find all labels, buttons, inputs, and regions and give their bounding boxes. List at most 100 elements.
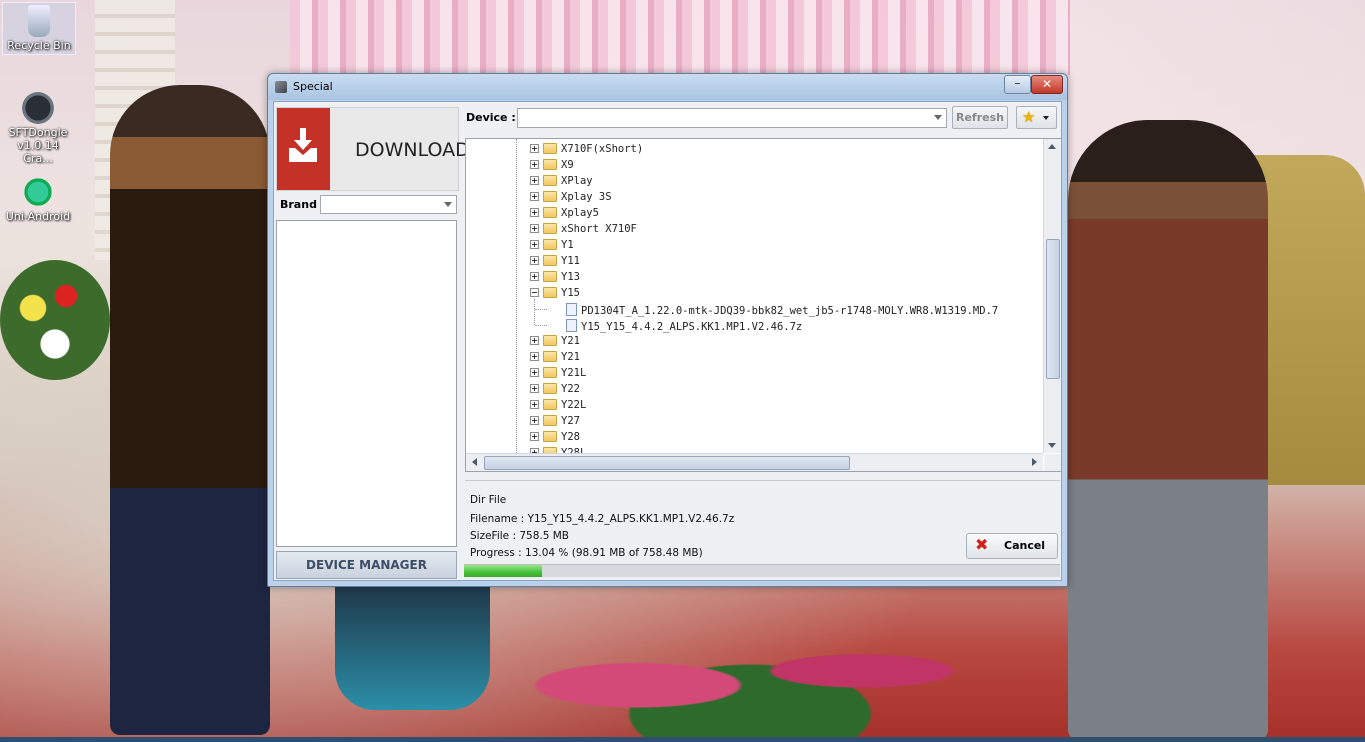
tree-folder-node[interactable]: Y13 bbox=[530, 269, 580, 285]
cancel-button-label: Cancel bbox=[1004, 539, 1046, 552]
banner-title: DOWNLOAD bbox=[355, 139, 470, 161]
brand-list[interactable] bbox=[276, 220, 457, 547]
device-manager-button[interactable]: DEVICE MANAGER bbox=[276, 551, 457, 579]
tree-node-label: Y21 bbox=[561, 335, 580, 347]
background-flowers bbox=[0, 260, 110, 380]
filename-label: Filename : bbox=[470, 513, 525, 525]
tree-folder-node[interactable]: Y15 bbox=[530, 285, 580, 301]
tree-file-node[interactable]: PD1304T_A_1.22.0-mtk-JDQ39-bbk82_wet_jb5… bbox=[535, 301, 999, 317]
cancel-x-icon: ✖ bbox=[975, 535, 989, 554]
tree-node-label: Y11 bbox=[561, 255, 580, 267]
favorites-button[interactable]: ★ bbox=[1016, 106, 1057, 129]
recycle-bin-icon bbox=[28, 5, 50, 37]
expand-icon[interactable] bbox=[530, 208, 539, 217]
tree-folder-node[interactable]: Y21 bbox=[530, 333, 580, 349]
tree-folder-node[interactable]: Y28L bbox=[530, 445, 586, 453]
expand-icon[interactable] bbox=[530, 160, 539, 169]
device-select[interactable] bbox=[517, 108, 947, 128]
refresh-button[interactable]: Refresh bbox=[952, 106, 1008, 129]
background-plants bbox=[470, 600, 1030, 742]
uni-android-icon bbox=[22, 176, 54, 208]
folder-icon bbox=[543, 287, 557, 298]
tree-node-label: Y15_Y15_4.4.2_ALPS.KK1.MP1.V2.46.7z bbox=[581, 321, 803, 333]
folder-icon bbox=[543, 431, 557, 442]
tree-folder-node[interactable]: Y27 bbox=[530, 413, 580, 429]
expand-icon[interactable] bbox=[530, 224, 539, 233]
desktop-icon-label: SFTDongle v1.0.14 Cra... bbox=[8, 126, 68, 165]
desktop-icon-sftdongle[interactable]: SFTDongle v1.0.14 Cra... bbox=[2, 92, 74, 165]
expand-icon[interactable] bbox=[530, 432, 539, 441]
left-panel: DOWNLOAD Brand DEVICE MANAGER bbox=[276, 105, 470, 579]
tree-folder-node[interactable]: Y28 bbox=[530, 429, 580, 445]
tree-folder-node[interactable]: Xplay 3S bbox=[530, 189, 612, 205]
scroll-up-arrow-icon[interactable] bbox=[1048, 144, 1056, 149]
tree-file-node[interactable]: Y15_Y15_4.4.2_ALPS.KK1.MP1.V2.46.7z bbox=[535, 317, 803, 333]
tree-folder-node[interactable]: xShort X710F bbox=[530, 221, 637, 237]
expand-icon[interactable] bbox=[530, 352, 539, 361]
expand-icon[interactable] bbox=[530, 256, 539, 265]
scroll-down-arrow-icon[interactable] bbox=[1048, 443, 1056, 448]
download-banner: DOWNLOAD bbox=[276, 107, 470, 191]
window-title: Special bbox=[293, 80, 333, 93]
tree-folder-node[interactable]: X710F(xShort) bbox=[530, 141, 643, 157]
tree-node-label: Y21L bbox=[561, 367, 587, 379]
tree-folder-node[interactable]: Y22L bbox=[530, 397, 586, 413]
tree-node-label: Y22L bbox=[561, 399, 587, 411]
desktop-icon-uni-android[interactable]: Uni-Android bbox=[2, 176, 74, 223]
tree-folder-node[interactable]: Y22 bbox=[530, 381, 580, 397]
expand-icon[interactable] bbox=[530, 336, 539, 345]
folder-icon bbox=[543, 143, 557, 154]
download-icon bbox=[289, 128, 317, 162]
expand-icon[interactable] bbox=[530, 384, 539, 393]
folder-icon bbox=[543, 351, 557, 362]
collapse-icon[interactable] bbox=[530, 288, 539, 297]
chevron-down-icon bbox=[444, 202, 452, 207]
folder-icon bbox=[543, 335, 557, 346]
background-person-left bbox=[110, 85, 270, 735]
tree-branch-line bbox=[535, 309, 547, 310]
tree-node-label: X9 bbox=[561, 159, 574, 171]
tree-folder-node[interactable]: Y1 bbox=[530, 237, 574, 253]
vertical-scrollbar[interactable] bbox=[1043, 139, 1061, 453]
firmware-tree[interactable]: X710F(xShort) X9 XPlay Xplay 3S Xplay5 xShort… bbox=[465, 138, 1062, 472]
brand-select[interactable] bbox=[320, 195, 457, 214]
expand-icon[interactable] bbox=[530, 368, 539, 377]
scroll-right-arrow-icon[interactable] bbox=[1032, 458, 1037, 466]
expand-icon[interactable] bbox=[530, 416, 539, 425]
dropdown-caret-icon bbox=[1043, 116, 1049, 120]
window-client-area: DOWNLOAD Brand DEVICE MANAGER Device : R… bbox=[273, 101, 1062, 581]
minimize-button[interactable]: – bbox=[1004, 75, 1031, 94]
vertical-scroll-thumb[interactable] bbox=[1046, 239, 1060, 379]
sizefile-row: SizeFile : 758.5 MB bbox=[470, 530, 569, 542]
folder-icon bbox=[543, 159, 557, 170]
tree-folder-node[interactable]: X9 bbox=[530, 157, 574, 173]
window-titlebar[interactable]: Special – ✕ bbox=[268, 74, 1067, 100]
scroll-left-arrow-icon[interactable] bbox=[472, 458, 477, 466]
tree-folder-node[interactable]: Xplay5 bbox=[530, 205, 599, 221]
tree-guide-line bbox=[534, 299, 535, 325]
expand-icon[interactable] bbox=[530, 400, 539, 409]
folder-icon bbox=[543, 223, 557, 234]
download-logo bbox=[277, 108, 330, 190]
tree-folder-node[interactable]: Y11 bbox=[530, 253, 580, 269]
expand-icon[interactable] bbox=[530, 192, 539, 201]
cancel-button[interactable]: ✖ Cancel bbox=[966, 533, 1058, 559]
tree-folder-node[interactable]: Y21L bbox=[530, 365, 586, 381]
scrollbar-corner bbox=[1044, 454, 1061, 471]
horizontal-scrollbar[interactable] bbox=[466, 453, 1043, 471]
folder-icon bbox=[543, 399, 557, 410]
tree-folder-node[interactable]: Y21 bbox=[530, 349, 580, 365]
expand-icon[interactable] bbox=[530, 272, 539, 281]
filename-row: Filename : Y15_Y15_4.4.2_ALPS.KK1.MP1.V2… bbox=[470, 513, 734, 525]
folder-icon bbox=[543, 255, 557, 266]
close-button[interactable]: ✕ bbox=[1031, 75, 1063, 94]
horizontal-scroll-thumb[interactable] bbox=[484, 456, 850, 470]
tree-folder-node[interactable]: XPlay bbox=[530, 173, 593, 189]
star-icon: ★ bbox=[1022, 108, 1036, 126]
expand-icon[interactable] bbox=[530, 240, 539, 249]
expand-icon[interactable] bbox=[530, 176, 539, 185]
tree-node-label: PD1304T_A_1.22.0-mtk-JDQ39-bbk82_wet_jb5… bbox=[581, 305, 999, 317]
tree-node-label: Y13 bbox=[561, 271, 580, 283]
expand-icon[interactable] bbox=[530, 144, 539, 153]
desktop-icon-recycle-bin[interactable]: Recycle Bin bbox=[2, 2, 76, 55]
